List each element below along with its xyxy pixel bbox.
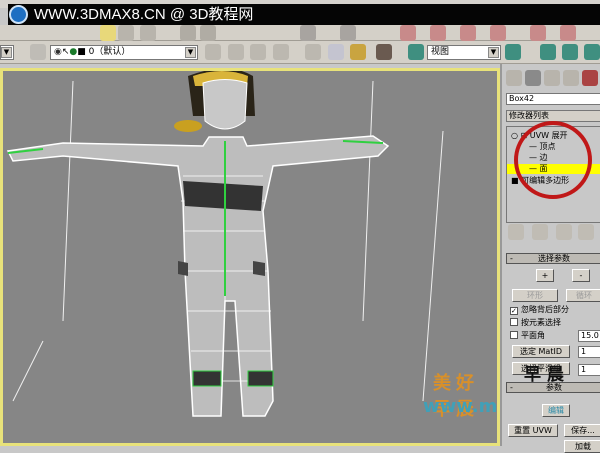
select-matid-button[interactable]: 选定 MatID xyxy=(512,345,570,358)
render-c-icon[interactable] xyxy=(584,44,600,60)
align-icon[interactable] xyxy=(340,25,356,41)
quick-render-icon[interactable] xyxy=(505,44,521,60)
select-layer-icon[interactable] xyxy=(250,44,266,60)
render-view-dropdown[interactable]: 视图 ▼ xyxy=(427,45,501,60)
perspective-viewport[interactable]: 美好早晨 www.mhzc.cn xyxy=(0,68,500,446)
save-button[interactable]: 保存... xyxy=(564,424,600,437)
grow-button[interactable]: + xyxy=(536,269,554,282)
loop-button[interactable]: 循环 xyxy=(566,289,600,302)
red-circle-annotation xyxy=(514,121,592,199)
pin-stack-icon[interactable] xyxy=(508,224,524,240)
material-icon[interactable] xyxy=(376,44,392,60)
hierarchy-tab-icon[interactable] xyxy=(544,70,560,86)
window-crossing-icon[interactable] xyxy=(140,25,156,41)
select-icon[interactable] xyxy=(100,25,116,41)
modify-tab-icon[interactable] xyxy=(525,70,541,86)
set-current-layer-icon[interactable] xyxy=(273,44,289,60)
layer-manager-icon[interactable] xyxy=(305,44,321,60)
ignore-backfacing-checkbox[interactable]: ✓ 忽略背后部分 xyxy=(510,305,569,315)
motion-tab-icon[interactable] xyxy=(563,70,579,86)
view-label: 视图 xyxy=(431,47,450,57)
rollout-title: 参数 xyxy=(546,383,562,392)
display-tab-icon[interactable] xyxy=(582,70,598,86)
watermark-text: WWW.3DMAX8.CN @ 3D教程网 xyxy=(34,6,254,23)
eye-icon: ◉ xyxy=(54,47,62,57)
color-swatch-icon: ■ xyxy=(77,47,86,57)
schematic-icon[interactable] xyxy=(328,44,344,60)
curve-editor-icon[interactable] xyxy=(350,44,366,60)
angle-snap-icon[interactable] xyxy=(430,25,446,41)
main-toolbar-row2: ▼ ◉↖●■ 0（默认） ▼ 视图 ▼ xyxy=(0,41,600,64)
smoothing-group-input[interactable]: 1 xyxy=(578,364,600,376)
layer-name: 0（默认） xyxy=(88,47,131,57)
reset-uvw-button[interactable]: 重置 UVW xyxy=(508,424,558,437)
selection-params-rollout[interactable]: - 选择参数 xyxy=(506,253,600,264)
watermark-banner: WWW.3DMAX8.CN @ 3D教程网 xyxy=(8,4,600,25)
edit-button[interactable]: 编辑 xyxy=(542,404,570,417)
site-logo-icon xyxy=(9,5,28,24)
render-scene-icon[interactable] xyxy=(408,44,424,60)
planar-angle-checkbox[interactable]: 平面角 xyxy=(510,331,545,341)
shrink-button[interactable]: - xyxy=(572,269,590,282)
matid-input[interactable]: 1 xyxy=(578,346,600,358)
parameters-rollout[interactable]: - 参数 xyxy=(506,382,600,393)
layer-dropdown[interactable]: ◉↖●■ 0（默认） ▼ xyxy=(50,45,198,60)
checkbox-label: 忽略背后部分 xyxy=(521,305,569,314)
layers-icon[interactable] xyxy=(30,44,46,60)
percent-snap-icon[interactable] xyxy=(460,25,476,41)
rotate-icon[interactable] xyxy=(200,25,216,41)
command-panel: Box42 修改器列表 ○ ⊟ UVW 展开 — 顶点 — 边 — 面 ■ 可编… xyxy=(500,64,600,453)
edit-sel-icon[interactable] xyxy=(560,25,576,41)
named-sel-icon[interactable] xyxy=(530,25,546,41)
render-b-icon[interactable] xyxy=(562,44,578,60)
overlay-watermark-url: www.mhzc.cn xyxy=(423,396,498,417)
character-model xyxy=(6,71,390,417)
load-button[interactable]: 加载 xyxy=(564,440,600,453)
make-unique-icon[interactable] xyxy=(556,224,572,240)
mirror-icon[interactable] xyxy=(300,25,316,41)
select-region-icon[interactable] xyxy=(118,25,134,41)
main-toolbar-row1 xyxy=(0,25,600,41)
character-mesh xyxy=(6,71,444,417)
checkbox-label: 按元素选择 xyxy=(521,318,561,327)
snap-icon[interactable] xyxy=(400,25,416,41)
render-a-icon[interactable] xyxy=(540,44,556,60)
rollout-title: 选择参数 xyxy=(538,254,570,263)
checkbox-label: 平面角 xyxy=(521,331,545,340)
object-name-field[interactable]: Box42 xyxy=(506,93,600,105)
spinner-snap-icon[interactable] xyxy=(490,25,506,41)
toolbar-dropdown[interactable]: ▼ xyxy=(0,45,14,60)
planar-angle-input[interactable]: 15.0 xyxy=(578,330,600,342)
select-by-element-checkbox[interactable]: 按元素选择 xyxy=(510,318,561,328)
create-layer-icon[interactable] xyxy=(205,44,221,60)
create-tab-icon[interactable] xyxy=(506,70,522,86)
move-icon[interactable] xyxy=(180,25,196,41)
show-end-result-icon[interactable] xyxy=(532,224,548,240)
remove-modifier-icon[interactable] xyxy=(578,224,594,240)
ring-button[interactable]: 环形 xyxy=(512,289,558,302)
add-to-layer-icon[interactable] xyxy=(228,44,244,60)
